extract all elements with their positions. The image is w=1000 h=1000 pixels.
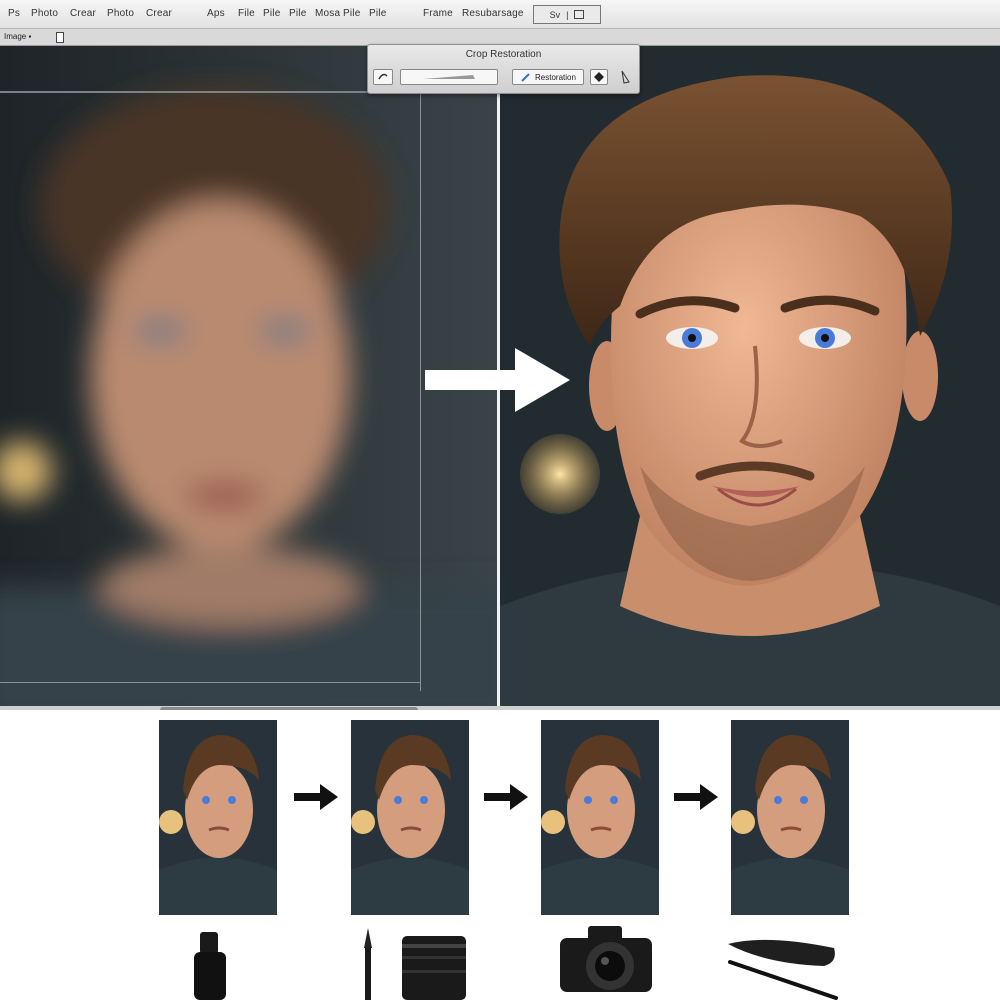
thumbnail-portrait — [731, 720, 849, 915]
menu-item[interactable]: Crear — [146, 8, 172, 19]
lasso-icon[interactable] — [373, 69, 393, 85]
menu-box-label: Sv — [549, 9, 561, 20]
document-icon[interactable] — [56, 32, 64, 43]
restoration-toolbox[interactable]: Crop Restoration Restoration — [367, 44, 640, 94]
after-photo-panel[interactable] — [500, 46, 1000, 710]
arrow-right-icon — [674, 784, 718, 810]
brush-tool-icon — [194, 932, 226, 1000]
menu-bar: Ps Photo Crear Photo Crear Aps File Pile… — [0, 0, 1000, 29]
menu-box-sep: | — [566, 9, 569, 20]
pen-tool-icon — [728, 939, 838, 1000]
toolbox-title: Crop Restoration — [465, 49, 542, 60]
step-thumbnail[interactable] — [351, 720, 469, 915]
step-thumbnail[interactable] — [159, 720, 277, 915]
restoration-field[interactable]: Restoration — [512, 69, 584, 85]
menu-item[interactable]: Aps — [207, 8, 225, 19]
menu-item[interactable]: Pile — [289, 8, 306, 19]
thumbnail-portrait — [159, 720, 277, 915]
pen-icon[interactable] — [616, 69, 634, 85]
editor-canvas[interactable] — [0, 46, 1000, 710]
brush-icon — [521, 73, 530, 82]
arrow-right-icon — [294, 784, 338, 810]
after-photo — [500, 46, 1000, 710]
lens-icon — [402, 936, 466, 1000]
crop-icon — [423, 75, 475, 79]
thumbnail-portrait — [351, 720, 469, 915]
menu-search-box[interactable]: Sv | — [533, 5, 601, 24]
pen-tool-icon — [364, 928, 372, 1000]
menu-item[interactable]: Ps — [8, 8, 20, 19]
menu-item[interactable]: Frame — [423, 8, 453, 19]
step-thumbnail[interactable] — [731, 720, 849, 915]
arrow-right-icon — [484, 784, 528, 810]
menu-item[interactable]: Crear — [70, 8, 96, 19]
window-icon[interactable] — [574, 10, 585, 19]
menu-item[interactable]: Mosa — [315, 8, 340, 19]
menu-item[interactable]: Pile — [369, 8, 386, 19]
menu-item[interactable]: File — [238, 8, 255, 19]
thumbnail-portrait — [541, 720, 659, 915]
camera-icon — [560, 926, 652, 992]
menu-item[interactable]: Photo — [31, 8, 58, 19]
step-thumbnail[interactable] — [541, 720, 659, 915]
options-label[interactable]: Image ▪ — [4, 32, 31, 41]
menu-item[interactable]: Photo — [107, 8, 134, 19]
crop-slider[interactable] — [400, 69, 498, 85]
restoration-field-label: Restoration — [535, 72, 576, 82]
steps-strip — [0, 710, 1000, 1000]
menu-item[interactable]: Pile — [263, 8, 280, 19]
arrow-right-icon — [425, 348, 570, 412]
menu-item[interactable]: Resubarsage — [462, 8, 524, 19]
menu-item[interactable]: Pile — [343, 8, 360, 19]
diamond-icon[interactable] — [590, 69, 608, 85]
